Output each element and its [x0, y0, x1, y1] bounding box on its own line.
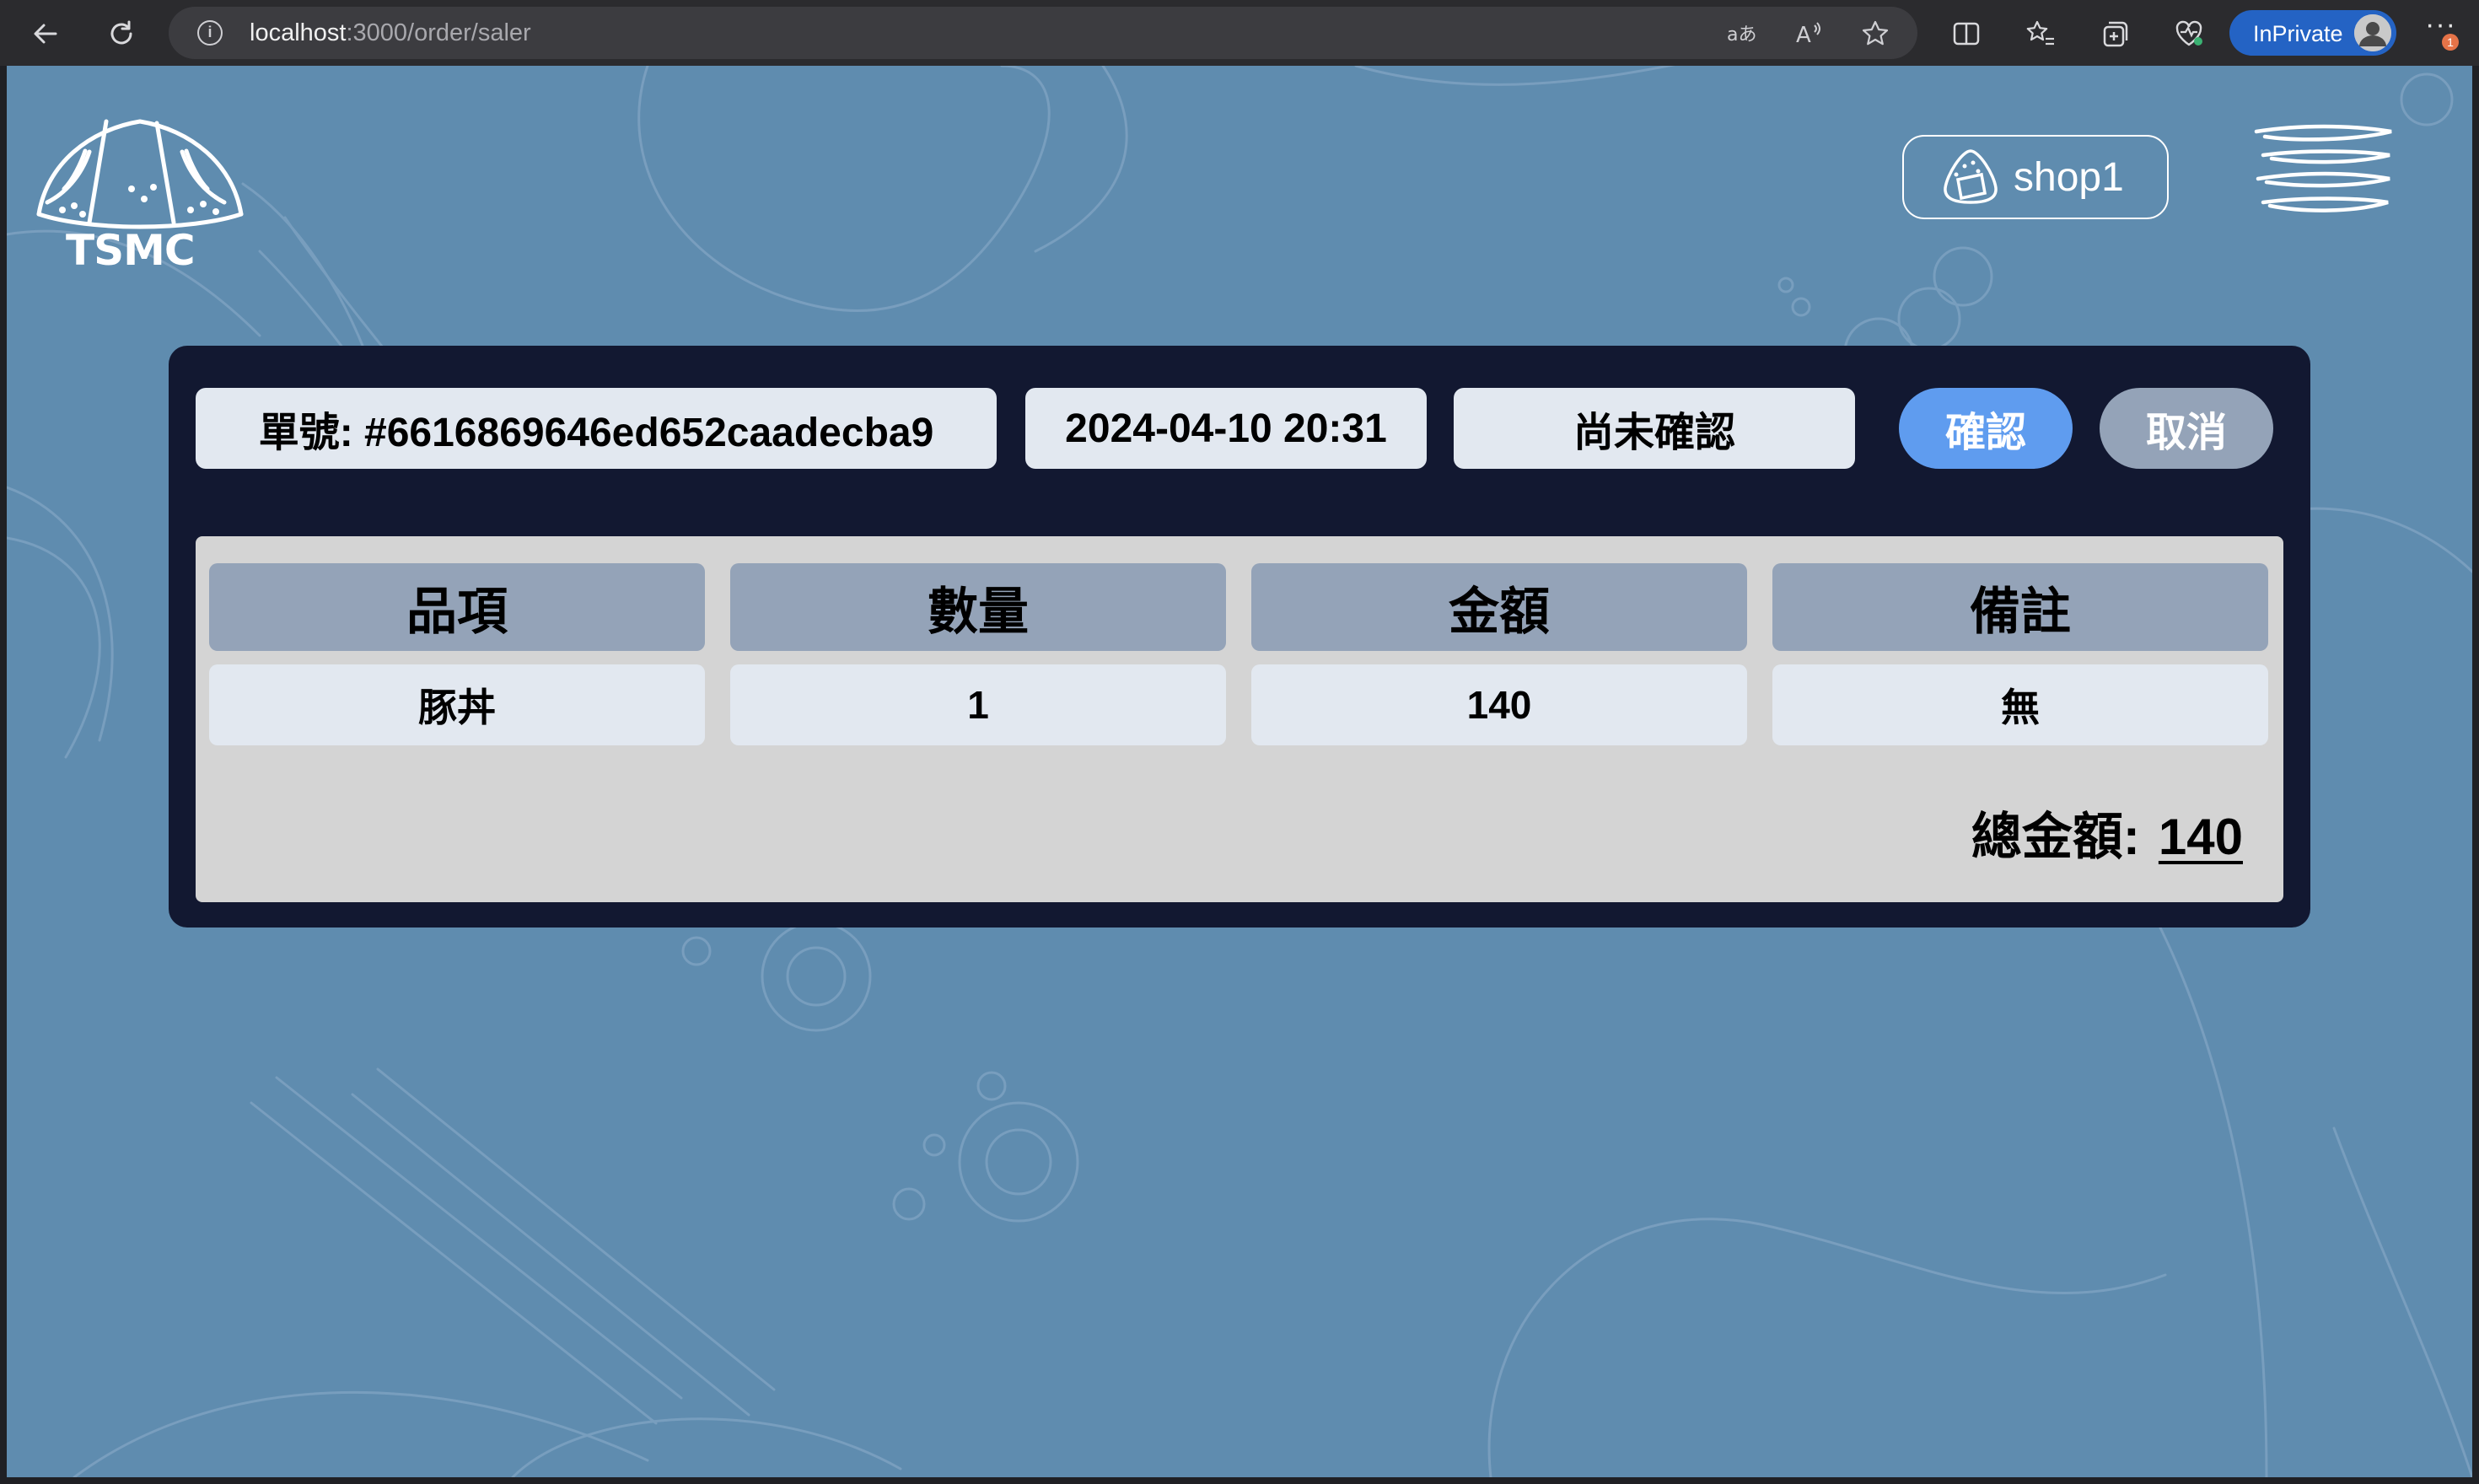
- header-amount: 金額: [1251, 563, 1747, 651]
- shop-button[interactable]: shop1: [1902, 135, 2169, 219]
- back-arrow-icon[interactable]: [27, 15, 64, 52]
- header-item: 品項: [209, 563, 705, 651]
- shop-label: shop1: [2014, 154, 2124, 200]
- header-note: 備註: [1772, 563, 2268, 651]
- split-screen-icon[interactable]: [1949, 17, 1983, 51]
- profile-avatar: [2354, 14, 2391, 51]
- url-text[interactable]: localhost:3000/order/saler: [250, 17, 531, 49]
- brand-name: TSMC: [66, 226, 196, 275]
- order-number: 單號: #6616869646ed652caadecba9: [196, 388, 997, 469]
- browser-toolbar: i localhost:3000/order/saler aあ A InPriv…: [0, 0, 2479, 66]
- refresh-icon[interactable]: [103, 15, 140, 52]
- svg-text:A: A: [1796, 23, 1811, 48]
- order-datetime: 2024-04-10 20:31: [1025, 388, 1427, 469]
- confirm-button[interactable]: 確認: [1899, 388, 2073, 469]
- cell-item: 豚丼: [209, 664, 705, 745]
- cell-amount: 140: [1251, 664, 1747, 745]
- total-label: 總金額:: [1971, 809, 2140, 865]
- url-path: :3000/order/saler: [346, 19, 531, 46]
- page-content: TSMC shop1 單號: #6616869646ed652caadecba9…: [7, 66, 2472, 1477]
- notification-badge: 1: [2442, 34, 2459, 51]
- order-card: 單號: #6616869646ed652caadecba9 2024-04-10…: [169, 346, 2310, 928]
- inprivate-profile-button[interactable]: InPrivate: [2229, 10, 2396, 56]
- inprivate-label: InPrivate: [2253, 21, 2343, 46]
- menu-icon[interactable]: [2248, 118, 2400, 228]
- onigiri-icon: [1944, 149, 1998, 204]
- translate-icon[interactable]: aあ: [1725, 19, 1756, 49]
- collections-icon[interactable]: [2098, 17, 2132, 51]
- order-items-table: 品項 數量 金額 備註 豚丼 1 140 無 總金額: 140: [196, 536, 2283, 902]
- cancel-button[interactable]: 取消: [2100, 388, 2273, 469]
- url-host: localhost: [250, 19, 347, 46]
- address-bar[interactable]: i localhost:3000/order/saler aあ A: [169, 7, 1917, 59]
- browser-essentials-icon[interactable]: [2172, 17, 2206, 51]
- favorites-icon[interactable]: [2024, 17, 2057, 51]
- read-aloud-icon[interactable]: A: [1793, 19, 1823, 49]
- favorite-star-icon[interactable]: [1860, 19, 1890, 49]
- order-status: 尚未確認: [1454, 388, 1855, 469]
- cell-quantity: 1: [730, 664, 1226, 745]
- order-total: 總金額: 140: [1971, 796, 2243, 869]
- svg-text:aあ: aあ: [1727, 24, 1756, 46]
- cell-note: 無: [1772, 664, 2268, 745]
- site-info-icon[interactable]: i: [197, 20, 223, 46]
- header-quantity: 數量: [730, 563, 1226, 651]
- total-amount: 140: [2158, 809, 2243, 865]
